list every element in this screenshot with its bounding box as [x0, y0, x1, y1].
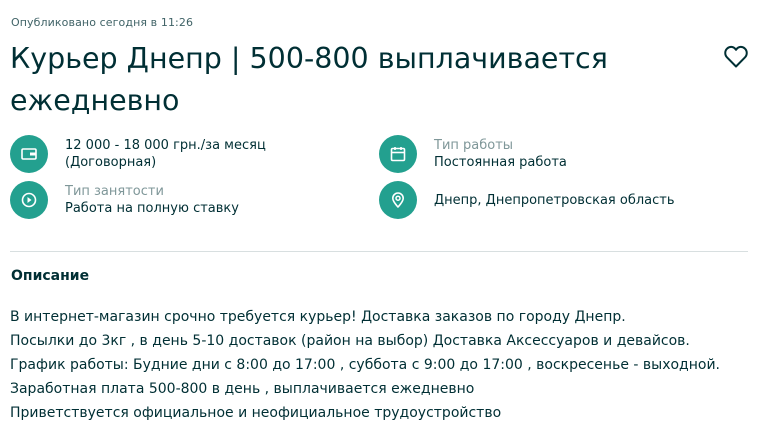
employment-label: Тип занятости — [65, 184, 164, 199]
employment-icon-circle — [10, 181, 48, 219]
description-body: В интернет-магазин срочно требуется курь… — [10, 305, 755, 425]
work-type-value: Постоянная работа — [434, 155, 567, 170]
description-line: Приветствуется официальное и неофициальн… — [10, 405, 502, 421]
section-divider — [10, 251, 748, 252]
location-icon-circle — [379, 181, 417, 219]
work-type-info: Тип работы Постоянная работа — [379, 135, 567, 173]
clock-icon — [21, 192, 37, 208]
location-value: Днепр, Днепропетровская область — [434, 192, 675, 208]
employment-value: Работа на полную ставку — [65, 201, 239, 216]
work-type-icon-circle — [379, 135, 417, 173]
salary-range: 12 000 - 18 000 грн./за месяц — [65, 138, 266, 153]
calendar-icon — [390, 147, 406, 162]
description-line: В интернет-магазин срочно требуется курь… — [10, 309, 626, 325]
description-line: Заработная плата 500-800 в день , выплач… — [10, 381, 475, 397]
favorite-button[interactable] — [723, 45, 749, 69]
location-pin-icon — [392, 192, 404, 208]
wallet-icon — [21, 148, 37, 160]
salary-icon-circle — [10, 135, 48, 173]
work-type-label: Тип работы — [434, 138, 514, 153]
job-title: Курьер Днепр | 500-800 выплачивается еже… — [10, 42, 608, 117]
job-listing-page: Опубликовано сегодня в 11:26 Курьер Днеп… — [0, 0, 768, 432]
location-info: Днепр, Днепропетровская область — [379, 181, 675, 219]
salary-note: (Договорная) — [65, 155, 157, 170]
employment-info: Тип занятости Работа на полную ставку — [10, 181, 239, 219]
description-line: График работы: Будние дни с 8:00 до 17:0… — [10, 357, 720, 373]
published-date: Опубликовано сегодня в 11:26 — [11, 16, 194, 29]
heart-icon — [724, 45, 748, 68]
description-line: Посылки до 3кг , в день 5-10 доставок (р… — [10, 333, 690, 349]
salary-info: 12 000 - 18 000 грн./за месяц (Договорна… — [10, 135, 266, 173]
description-heading: Описание — [11, 268, 90, 284]
